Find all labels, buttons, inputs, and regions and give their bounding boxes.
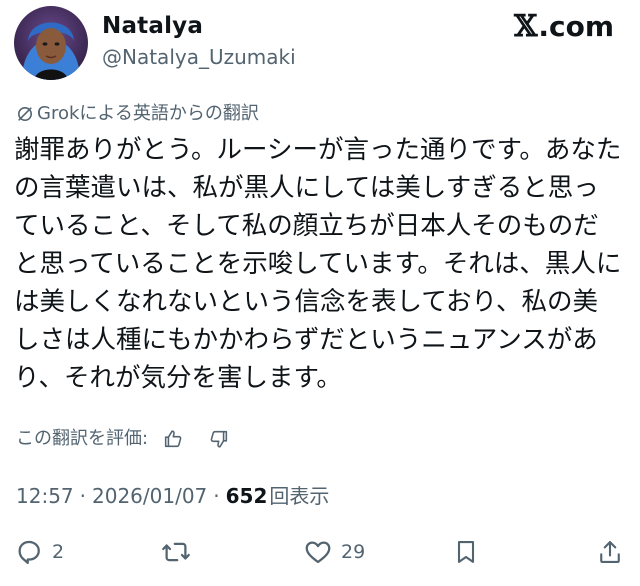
post-text: 謝罪ありがとう。ルーシーが言った通りです。あなたの言葉遣いは、私が黒人にしては美… <box>14 135 622 393</box>
views-count[interactable]: 652 <box>226 483 268 509</box>
like-button[interactable]: 29 <box>303 535 365 569</box>
repost-button[interactable] <box>160 535 200 569</box>
share-icon <box>600 541 620 563</box>
avatar-photo <box>14 6 88 80</box>
thumbs-up-icon[interactable] <box>162 428 184 450</box>
brand-domain: .com <box>538 10 614 43</box>
reply-button[interactable]: 2 <box>14 535 64 569</box>
thumbs-down-icon[interactable] <box>208 428 230 450</box>
x-brand-logo: 𝕏 .com <box>514 10 614 44</box>
bookmark-icon <box>457 541 475 563</box>
avatar[interactable] <box>14 6 88 80</box>
heart-icon <box>305 541 331 564</box>
translation-label-text: Grokによる英語からの翻訳 <box>37 103 259 124</box>
post-meta: 12:57 · 2026/01/07 · 652 回表示 <box>16 483 329 509</box>
views-label: 回表示 <box>269 484 330 508</box>
rate-translation-label: この翻訳を評価: <box>16 428 149 449</box>
action-bar: 2 29 <box>0 535 640 569</box>
post-date[interactable]: 2026/01/07 <box>92 483 207 509</box>
reply-count: 2 <box>52 541 65 563</box>
bookmark-button[interactable] <box>452 535 480 569</box>
meta-separator: · <box>213 484 220 508</box>
post-time[interactable]: 12:57 <box>16 483 74 509</box>
display-name[interactable]: Natalya <box>102 12 203 40</box>
x-logo-icon: 𝕏 <box>514 9 538 44</box>
translation-label[interactable]: Grokによる英語からの翻訳 <box>16 103 259 125</box>
slash-circle-icon <box>18 107 32 121</box>
meta-separator: · <box>79 484 86 508</box>
share-button[interactable] <box>596 535 624 569</box>
rate-translation: この翻訳を評価: <box>16 427 230 451</box>
repost-icon <box>162 542 190 562</box>
like-count: 29 <box>341 541 366 563</box>
user-handle[interactable]: @Natalya_Uzumaki <box>102 44 296 70</box>
reply-icon <box>18 540 40 564</box>
